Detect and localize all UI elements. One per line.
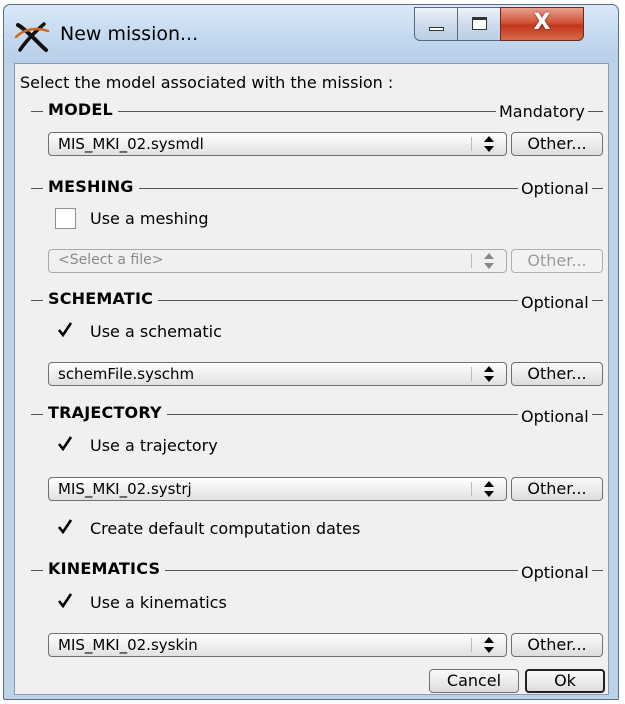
combo-divider xyxy=(471,254,472,268)
trajectory-file-value: MIS_MKI_02.systrj xyxy=(58,480,192,498)
combo-divider xyxy=(471,638,472,652)
spin-arrows-icon xyxy=(484,481,494,497)
checkmark-icon xyxy=(58,593,72,608)
schematic-file-select[interactable]: schemFile.syschm xyxy=(48,362,507,386)
use-meshing-checkbox[interactable] xyxy=(55,208,76,229)
use-schematic-label[interactable]: Use a schematic xyxy=(90,322,222,341)
meshing-file-select[interactable]: <Select a file> xyxy=(48,249,507,273)
kinematics-file-select[interactable]: MIS_MKI_02.syskin xyxy=(48,633,507,657)
maximize-icon xyxy=(458,8,500,40)
create-dates-checkbox[interactable] xyxy=(55,518,76,539)
maximize-button[interactable] xyxy=(457,7,501,41)
meshing-file-value: <Select a file> xyxy=(58,252,164,268)
meshing-other-button[interactable]: Other... xyxy=(511,249,603,273)
section-title-model: MODEL xyxy=(43,100,118,119)
section-requirement-schematic: Optional xyxy=(518,293,592,312)
trajectory-file-select[interactable]: MIS_MKI_02.systrj xyxy=(48,477,507,501)
ok-button[interactable]: Ok xyxy=(525,669,605,693)
checkmark-icon xyxy=(58,519,72,534)
use-kinematics-checkbox[interactable] xyxy=(55,592,76,613)
dialog-content: Select the model associated with the mis… xyxy=(14,63,609,695)
schematic-other-button[interactable]: Other... xyxy=(511,362,603,386)
spin-arrows-icon xyxy=(484,136,494,152)
spin-arrows-icon xyxy=(484,637,494,653)
close-icon: X xyxy=(533,10,551,35)
model-other-button[interactable]: Other... xyxy=(511,132,603,156)
section-requirement-model: Mandatory xyxy=(496,102,588,121)
window-title: New mission... xyxy=(60,23,199,45)
use-trajectory-label[interactable]: Use a trajectory xyxy=(90,436,218,455)
cancel-button[interactable]: Cancel xyxy=(429,669,519,693)
model-file-select[interactable]: MIS_MKI_02.sysmdl xyxy=(48,132,507,156)
combo-divider xyxy=(471,482,472,496)
app-logo-icon xyxy=(14,22,50,52)
section-requirement-trajectory: Optional xyxy=(518,407,592,426)
title-bar[interactable]: New mission... X xyxy=(4,5,618,63)
combo-divider xyxy=(471,367,472,381)
use-trajectory-checkbox[interactable] xyxy=(55,435,76,456)
trajectory-other-button[interactable]: Other... xyxy=(511,477,603,501)
minimize-button[interactable] xyxy=(414,7,458,41)
model-file-value: MIS_MKI_02.sysmdl xyxy=(58,135,204,153)
section-title-meshing: MESHING xyxy=(43,177,139,196)
use-schematic-checkbox[interactable] xyxy=(55,321,76,342)
use-kinematics-label[interactable]: Use a kinematics xyxy=(90,593,227,612)
kinematics-other-button[interactable]: Other... xyxy=(511,633,603,657)
section-requirement-kinematics: Optional xyxy=(518,563,592,582)
section-requirement-meshing: Optional xyxy=(518,179,592,198)
section-title-trajectory: TRAJECTORY xyxy=(43,403,167,422)
spin-arrows-icon xyxy=(484,253,494,269)
section-title-kinematics: KINEMATICS xyxy=(43,559,166,578)
close-button[interactable]: X xyxy=(500,7,584,41)
minimize-icon xyxy=(415,8,457,40)
create-dates-label[interactable]: Create default computation dates xyxy=(90,519,360,538)
prompt-text: Select the model associated with the mis… xyxy=(20,73,394,92)
dialog-window: New mission... X Select the model associ… xyxy=(3,4,619,700)
checkmark-icon xyxy=(58,322,72,337)
spin-arrows-icon xyxy=(484,366,494,382)
checkmark-icon xyxy=(58,436,72,451)
combo-divider xyxy=(471,137,472,151)
schematic-file-value: schemFile.syschm xyxy=(58,365,195,383)
section-title-schematic: SCHEMATIC xyxy=(43,289,159,308)
use-meshing-label[interactable]: Use a meshing xyxy=(90,209,209,228)
kinematics-file-value: MIS_MKI_02.syskin xyxy=(58,636,198,654)
